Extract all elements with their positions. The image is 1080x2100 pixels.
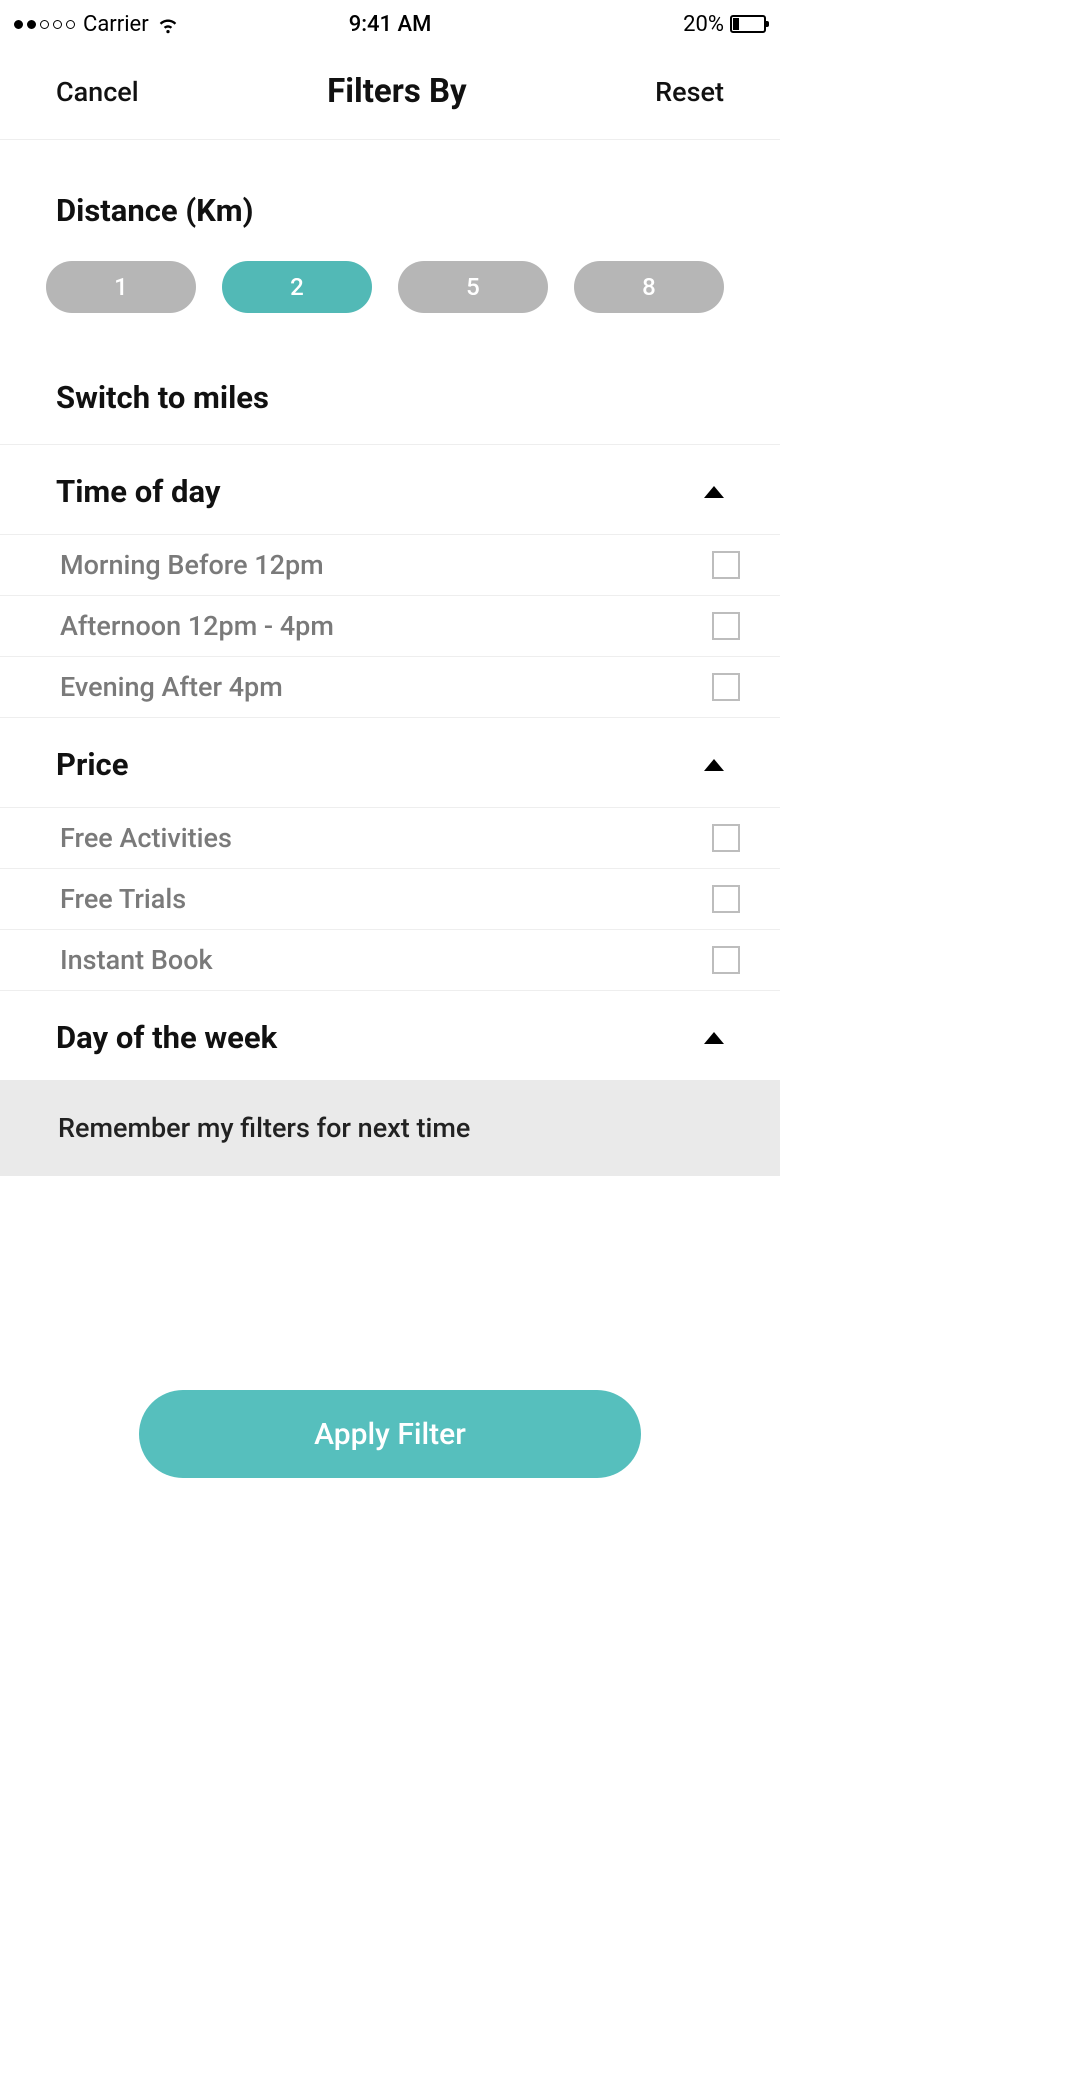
chevron-up-icon bbox=[704, 759, 724, 771]
time-option-evening[interactable]: Evening After 4pm bbox=[0, 657, 780, 718]
price-option-label: Free Trials bbox=[60, 883, 186, 915]
price-option-free-trials[interactable]: Free Trials bbox=[0, 869, 780, 930]
apply-filter-button[interactable]: Apply Filter bbox=[139, 1390, 641, 1478]
switch-to-miles-button[interactable]: Switch to miles bbox=[0, 321, 780, 445]
day-of-week-header[interactable]: Day of the week bbox=[0, 991, 780, 1080]
price-option-label: Free Activities bbox=[60, 822, 232, 854]
checkbox[interactable] bbox=[712, 946, 740, 974]
checkbox[interactable] bbox=[712, 551, 740, 579]
time-option-afternoon[interactable]: Afternoon 12pm - 4pm bbox=[0, 596, 780, 657]
distance-section: Distance (Km) 1 2 5 8 bbox=[0, 140, 780, 321]
price-option-label: Instant Book bbox=[60, 944, 213, 976]
page-title: Filters By bbox=[327, 72, 466, 111]
price-option-instant-book[interactable]: Instant Book bbox=[0, 930, 780, 991]
chevron-up-icon bbox=[704, 486, 724, 498]
time-of-day-title: Time of day bbox=[56, 473, 220, 510]
battery-icon bbox=[730, 15, 766, 33]
status-left: Carrier bbox=[14, 12, 179, 37]
checkbox[interactable] bbox=[712, 824, 740, 852]
cancel-button[interactable]: Cancel bbox=[56, 76, 139, 108]
distance-title: Distance (Km) bbox=[56, 192, 724, 247]
time-option-morning[interactable]: Morning Before 12pm bbox=[0, 534, 780, 596]
time-option-label: Evening After 4pm bbox=[60, 671, 283, 703]
remember-filters-toggle[interactable]: Remember my filters for next time bbox=[0, 1080, 780, 1176]
signal-dots-icon bbox=[14, 20, 75, 29]
apply-button-wrap: Apply Filter bbox=[0, 1390, 780, 1478]
checkbox[interactable] bbox=[712, 612, 740, 640]
time-option-label: Afternoon 12pm - 4pm bbox=[60, 610, 334, 642]
wifi-icon bbox=[157, 13, 179, 35]
status-right: 20% bbox=[683, 12, 766, 37]
time-of-day-header[interactable]: Time of day bbox=[0, 445, 780, 534]
checkbox[interactable] bbox=[712, 673, 740, 701]
price-title: Price bbox=[56, 746, 128, 783]
carrier-label: Carrier bbox=[83, 12, 149, 37]
nav-header: Cancel Filters By Reset bbox=[0, 44, 780, 140]
status-time: 9:41 AM bbox=[349, 12, 432, 37]
day-of-week-title: Day of the week bbox=[56, 1019, 277, 1056]
status-bar: Carrier 9:41 AM 20% bbox=[0, 0, 780, 44]
distance-pill-2[interactable]: 2 bbox=[222, 261, 372, 313]
time-option-label: Morning Before 12pm bbox=[60, 549, 324, 581]
price-header[interactable]: Price bbox=[0, 718, 780, 807]
reset-button[interactable]: Reset bbox=[655, 76, 724, 108]
checkbox[interactable] bbox=[712, 885, 740, 913]
distance-pill-1[interactable]: 1 bbox=[46, 261, 196, 313]
distance-pill-8[interactable]: 8 bbox=[574, 261, 724, 313]
chevron-up-icon bbox=[704, 1032, 724, 1044]
battery-percentage: 20% bbox=[683, 12, 724, 37]
distance-options: 1 2 5 8 bbox=[46, 247, 724, 321]
distance-pill-5[interactable]: 5 bbox=[398, 261, 548, 313]
price-option-free-activities[interactable]: Free Activities bbox=[0, 807, 780, 869]
